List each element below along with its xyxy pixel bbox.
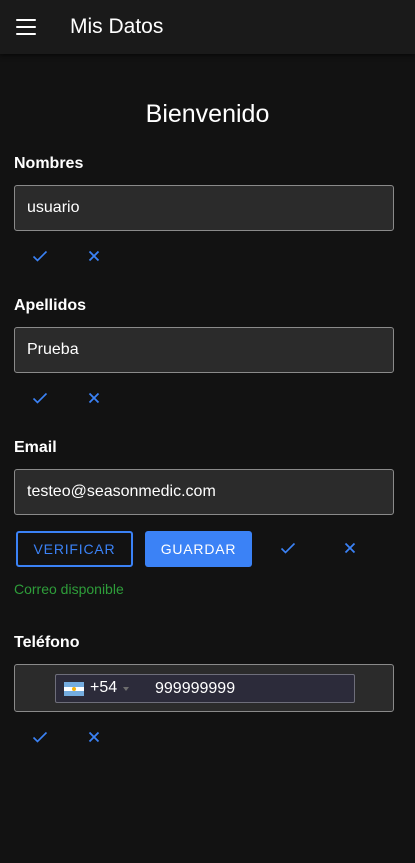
email-label: Email xyxy=(14,439,57,456)
telefono-confirm-check-icon[interactable] xyxy=(28,725,52,749)
apellidos-confirm-check-icon[interactable] xyxy=(28,386,52,410)
apellidos-cancel-close-icon[interactable] xyxy=(82,386,106,410)
email-status-text: Correo disponible xyxy=(14,581,124,597)
phone-number-input[interactable]: 999999999 xyxy=(155,675,345,702)
nombres-cancel-close-icon[interactable] xyxy=(82,244,106,268)
email-cancel-close-icon[interactable] xyxy=(338,536,362,560)
dial-code[interactable]: +54 xyxy=(90,679,117,697)
app-bar-title: Mis Datos xyxy=(70,15,164,38)
telefono-label: Teléfono xyxy=(14,634,80,651)
email-confirm-check-icon[interactable] xyxy=(276,536,300,560)
nombres-confirm-check-icon[interactable] xyxy=(28,244,52,268)
welcome-heading: Bienvenido xyxy=(145,100,270,128)
argentina-flag-icon[interactable] xyxy=(64,682,84,696)
save-button[interactable]: GUARDAR xyxy=(145,531,252,567)
apellidos-field[interactable]: Prueba xyxy=(14,327,394,373)
apellidos-label: Apellidos xyxy=(14,297,87,314)
menu-icon[interactable] xyxy=(16,17,36,37)
nombres-label: Nombres xyxy=(14,155,84,172)
verify-button[interactable]: VERIFICAR xyxy=(16,531,133,567)
email-field[interactable]: testeo@seasonmedic.com xyxy=(14,469,394,515)
chevron-down-icon[interactable] xyxy=(123,687,129,691)
phone-field-container: +54 999999999 xyxy=(14,664,394,712)
telefono-cancel-close-icon[interactable] xyxy=(82,725,106,749)
nombres-field[interactable]: usuario xyxy=(14,185,394,231)
app-bar: Mis Datos xyxy=(0,0,415,54)
phone-input-group: +54 999999999 xyxy=(55,674,355,703)
